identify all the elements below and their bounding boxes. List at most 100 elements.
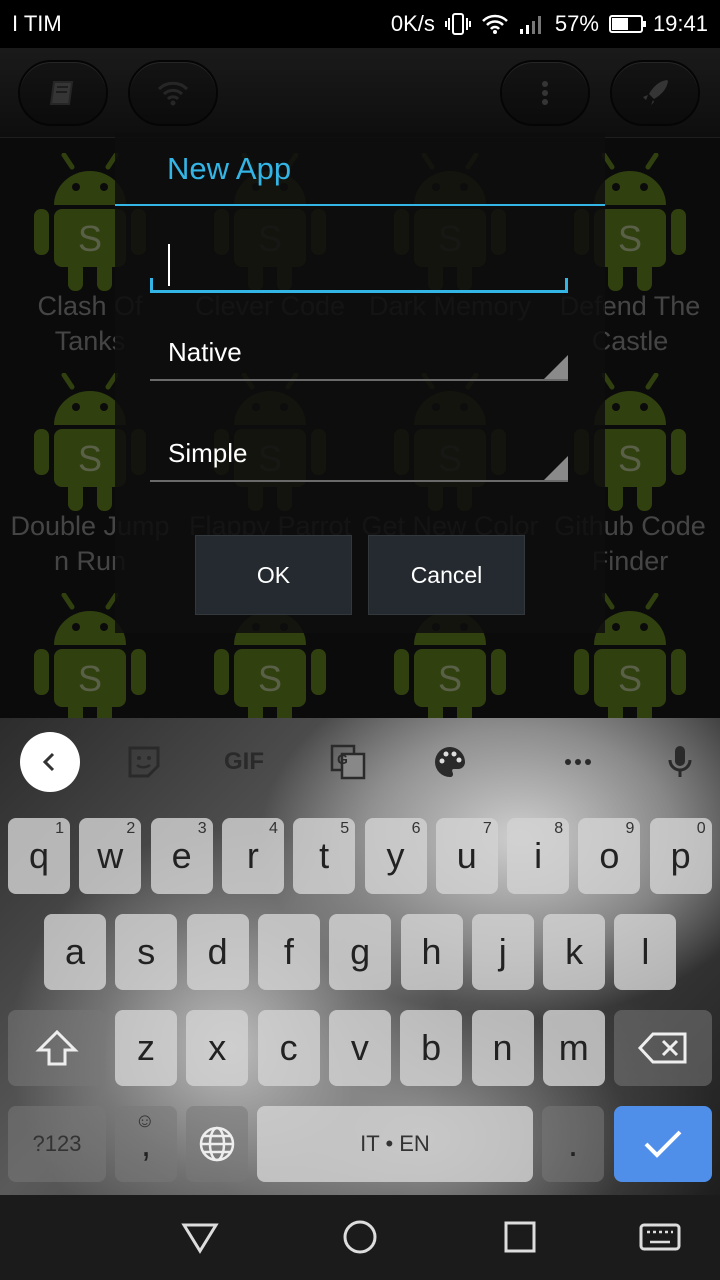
key-t[interactable]: t5 <box>293 818 356 894</box>
key-label: IT • EN <box>360 1131 430 1156</box>
cancel-button[interactable]: Cancel <box>368 535 525 615</box>
key-c[interactable]: c <box>257 1010 320 1086</box>
comma-key[interactable]: , ☺ <box>115 1106 177 1182</box>
enter-key[interactable] <box>614 1106 712 1182</box>
shift-icon <box>35 1029 79 1066</box>
home-nav-icon[interactable] <box>338 1215 382 1259</box>
key-label: . <box>567 1123 578 1164</box>
key-r[interactable]: r4 <box>221 818 284 894</box>
symbols-key[interactable]: ?123 <box>8 1106 106 1182</box>
key-j[interactable]: j <box>471 914 534 990</box>
key-label: e <box>171 835 192 876</box>
vibrate-icon <box>444 13 471 35</box>
key-label: j <box>498 931 507 972</box>
key-label: g <box>350 931 371 972</box>
new-app-dialog: New App Native Simple OK Cancel <box>115 133 605 633</box>
key-h[interactable]: h <box>400 914 463 990</box>
space-key[interactable]: IT • EN <box>257 1106 533 1182</box>
app-name-input[interactable] <box>150 238 568 293</box>
app-template-spinner[interactable]: Simple <box>150 432 568 482</box>
key-label: k <box>565 931 584 972</box>
key-label: i <box>534 835 543 876</box>
voice-input-button[interactable] <box>658 738 702 786</box>
key-e[interactable]: e3 <box>150 818 213 894</box>
key-i[interactable]: i8 <box>507 818 570 894</box>
key-label: d <box>207 931 228 972</box>
app-type-spinner[interactable]: Native <box>150 331 568 381</box>
key-label: t <box>319 835 330 876</box>
key-w[interactable]: w2 <box>79 818 142 894</box>
key-u[interactable]: u7 <box>435 818 498 894</box>
key-k[interactable]: k <box>543 914 606 990</box>
text-cursor <box>168 244 170 286</box>
key-l[interactable]: l <box>614 914 677 990</box>
key-m[interactable]: m <box>542 1010 605 1086</box>
key-d[interactable]: d <box>186 914 249 990</box>
status-bar: I TIM 0K/s 57% 19:41 <box>0 0 720 48</box>
keyboard-back-button[interactable] <box>20 732 80 792</box>
key-hint: 2 <box>126 820 136 837</box>
key-hint: 1 <box>55 820 64 837</box>
sticker-button[interactable] <box>122 738 166 786</box>
dialog-title: New App <box>167 151 292 186</box>
key-label: q <box>28 835 50 876</box>
soft-keyboard: GIF G q1w2e3r4t5y6u7i8o9p0asdfghjklzxcvb… <box>0 718 720 1195</box>
key-label: z <box>137 1027 155 1068</box>
microphone-icon <box>668 746 692 777</box>
key-label: f <box>283 931 294 972</box>
key-g[interactable]: g <box>329 914 392 990</box>
key-p[interactable]: p0 <box>649 818 712 894</box>
gif-button[interactable]: GIF <box>216 738 272 786</box>
key-label: ?123 <box>32 1131 82 1156</box>
navigation-bar <box>0 1195 720 1280</box>
checkmark-icon <box>644 1130 682 1158</box>
ok-button[interactable]: OK <box>195 535 352 615</box>
dropdown-triangle-icon <box>544 456 568 480</box>
key-hint: 7 <box>482 820 492 837</box>
more-horiz-icon <box>565 759 591 765</box>
key-b[interactable]: b <box>400 1010 463 1086</box>
keyboard-switch-icon[interactable] <box>638 1215 682 1259</box>
dropdown-triangle-icon <box>544 355 568 379</box>
key-label: y <box>386 835 405 876</box>
key-label: l <box>641 931 650 972</box>
back-nav-icon[interactable] <box>178 1215 222 1259</box>
key-hint: 0 <box>696 820 706 837</box>
key-hint: 3 <box>197 820 207 837</box>
backspace-key[interactable] <box>614 1010 712 1086</box>
signal-icon <box>519 16 541 34</box>
key-x[interactable]: x <box>186 1010 249 1086</box>
key-hint: 8 <box>554 820 564 837</box>
key-s[interactable]: s <box>115 914 178 990</box>
theme-button[interactable] <box>428 738 472 786</box>
battery-percent: 57% <box>554 11 599 36</box>
translate-button[interactable]: G <box>326 738 370 786</box>
key-label: a <box>64 931 86 972</box>
key-y[interactable]: y6 <box>364 818 427 894</box>
palette-icon <box>435 747 465 777</box>
svg-text:G: G <box>337 751 348 767</box>
shift-key[interactable] <box>8 1010 106 1086</box>
app-template-value: Simple <box>168 438 248 468</box>
key-label: w <box>97 835 124 876</box>
translate-icon: G <box>330 744 366 780</box>
key-hint: 5 <box>340 820 350 837</box>
key-label: b <box>421 1027 442 1068</box>
wifi-status-icon <box>482 14 508 34</box>
more-options-button[interactable] <box>556 738 600 786</box>
key-label: v <box>350 1027 369 1068</box>
key-q[interactable]: q1 <box>8 818 70 894</box>
key-label: s <box>137 931 156 972</box>
recents-nav-icon[interactable] <box>498 1215 542 1259</box>
period-key[interactable]: . <box>542 1106 604 1182</box>
key-o[interactable]: o9 <box>578 818 641 894</box>
globe-icon <box>199 1126 235 1162</box>
key-z[interactable]: z <box>115 1010 177 1086</box>
key-n[interactable]: n <box>471 1010 534 1086</box>
backspace-icon <box>637 1032 687 1064</box>
language-key[interactable] <box>186 1106 248 1182</box>
key-a[interactable]: a <box>44 914 106 990</box>
key-v[interactable]: v <box>328 1010 391 1086</box>
key-f[interactable]: f <box>257 914 320 990</box>
sticker-icon <box>128 746 160 778</box>
